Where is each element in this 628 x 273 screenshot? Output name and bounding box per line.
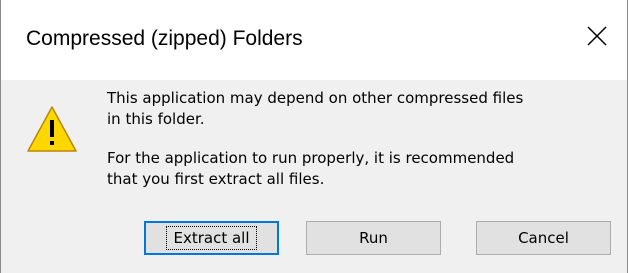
message-line: This application may depend on other com… [107,89,524,107]
run-button[interactable]: Run [306,221,441,255]
dialog-title: Compressed (zipped) Folders [26,27,303,50]
warning-icon [27,106,77,152]
cancel-button[interactable]: Cancel [476,221,611,255]
close-button[interactable] [575,14,619,58]
message-line: in this folder. [107,110,205,128]
extract-all-button[interactable]: Extract all [144,221,279,255]
message-line: For the application to run properly, it … [107,149,515,167]
title-bar[interactable]: Compressed (zipped) Folders [1,0,627,80]
extract-all-label: Extract all [166,226,257,250]
run-label: Run [359,229,388,247]
cancel-label: Cancel [518,229,569,247]
message-line: that you first extract all files. [107,170,325,188]
compressed-folders-dialog: Compressed (zipped) Folders This applica… [0,0,628,273]
close-icon [587,26,607,46]
message-paragraph-2: For the application to run properly, it … [107,148,514,190]
message-paragraph-1: This application may depend on other com… [107,88,523,130]
